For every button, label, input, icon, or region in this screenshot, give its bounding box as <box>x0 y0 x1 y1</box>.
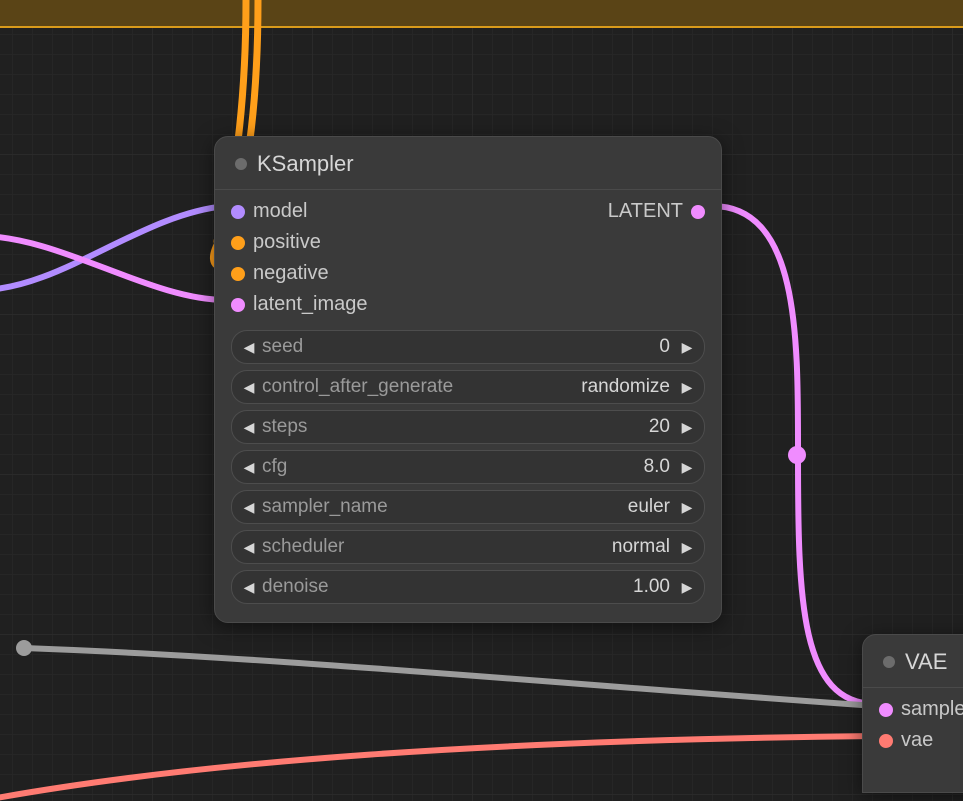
input-port-vae[interactable]: vae <box>879 729 963 752</box>
node-status-dot <box>235 158 247 170</box>
param-value[interactable]: 0 <box>303 336 670 358</box>
increment-button[interactable]: ▶ <box>676 419 698 436</box>
port-dot-icon <box>231 236 245 250</box>
top-status-bar <box>0 0 963 28</box>
increment-button[interactable]: ▶ <box>676 379 698 396</box>
param-sampler-name[interactable]: ◀ sampler_name euler ▶ <box>231 490 705 524</box>
input-port-model[interactable]: model <box>231 200 368 223</box>
param-value[interactable]: normal <box>344 536 670 558</box>
param-value[interactable]: euler <box>388 496 670 518</box>
param-label: cfg <box>262 456 287 478</box>
increment-button[interactable]: ▶ <box>676 539 698 556</box>
param-seed[interactable]: ◀ seed 0 ▶ <box>231 330 705 364</box>
param-label: control_after_generate <box>262 376 453 398</box>
decrement-button[interactable]: ◀ <box>238 499 260 516</box>
input-port-samples[interactable]: samples <box>879 698 963 721</box>
port-label: samples <box>901 698 963 721</box>
param-control-after-generate[interactable]: ◀ control_after_generate randomize ▶ <box>231 370 705 404</box>
param-steps[interactable]: ◀ steps 20 ▶ <box>231 410 705 444</box>
decrement-button[interactable]: ◀ <box>238 419 260 436</box>
param-label: steps <box>262 416 307 438</box>
port-label: latent_image <box>253 293 368 316</box>
input-port-positive[interactable]: positive <box>231 231 368 254</box>
param-scheduler[interactable]: ◀ scheduler normal ▶ <box>231 530 705 564</box>
decrement-button[interactable]: ◀ <box>238 459 260 476</box>
param-denoise[interactable]: ◀ denoise 1.00 ▶ <box>231 570 705 604</box>
param-label: scheduler <box>262 536 344 558</box>
port-dot-icon <box>879 734 893 748</box>
decrement-button[interactable]: ◀ <box>238 539 260 556</box>
port-label: LATENT <box>608 200 683 223</box>
loose-port-dot[interactable] <box>16 640 32 656</box>
port-dot-icon <box>231 267 245 281</box>
decrement-button[interactable]: ◀ <box>238 579 260 596</box>
param-value[interactable]: 20 <box>307 416 670 438</box>
node-header[interactable]: KSampler <box>215 137 721 190</box>
param-label: sampler_name <box>262 496 388 518</box>
param-label: denoise <box>262 576 329 598</box>
param-value[interactable]: 1.00 <box>329 576 670 598</box>
output-port-latent[interactable]: LATENT <box>608 200 705 223</box>
node-status-dot <box>883 656 895 668</box>
increment-button[interactable]: ▶ <box>676 459 698 476</box>
port-label: positive <box>253 231 321 254</box>
param-value[interactable]: randomize <box>453 376 670 398</box>
decrement-button[interactable]: ◀ <box>238 339 260 356</box>
decrement-button[interactable]: ◀ <box>238 379 260 396</box>
port-dot-icon <box>691 205 705 219</box>
port-label: vae <box>901 729 933 752</box>
param-cfg[interactable]: ◀ cfg 8.0 ▶ <box>231 450 705 484</box>
port-label: model <box>253 200 307 223</box>
increment-button[interactable]: ▶ <box>676 499 698 516</box>
node-title: VAE <box>905 649 947 675</box>
increment-button[interactable]: ▶ <box>676 579 698 596</box>
port-dot-icon <box>231 205 245 219</box>
input-port-negative[interactable]: negative <box>231 262 368 285</box>
port-dot-icon <box>231 298 245 312</box>
increment-button[interactable]: ▶ <box>676 339 698 356</box>
param-value[interactable]: 8.0 <box>287 456 670 478</box>
node-ksampler[interactable]: KSampler model positive negative la <box>214 136 722 623</box>
port-label: negative <box>253 262 329 285</box>
node-title: KSampler <box>257 151 354 177</box>
port-dot-icon <box>879 703 893 717</box>
node-header[interactable]: VAE <box>863 635 963 688</box>
param-label: seed <box>262 336 303 358</box>
node-vae-decode[interactable]: VAE samples vae <box>862 634 963 793</box>
input-port-latent-image[interactable]: latent_image <box>231 293 368 316</box>
